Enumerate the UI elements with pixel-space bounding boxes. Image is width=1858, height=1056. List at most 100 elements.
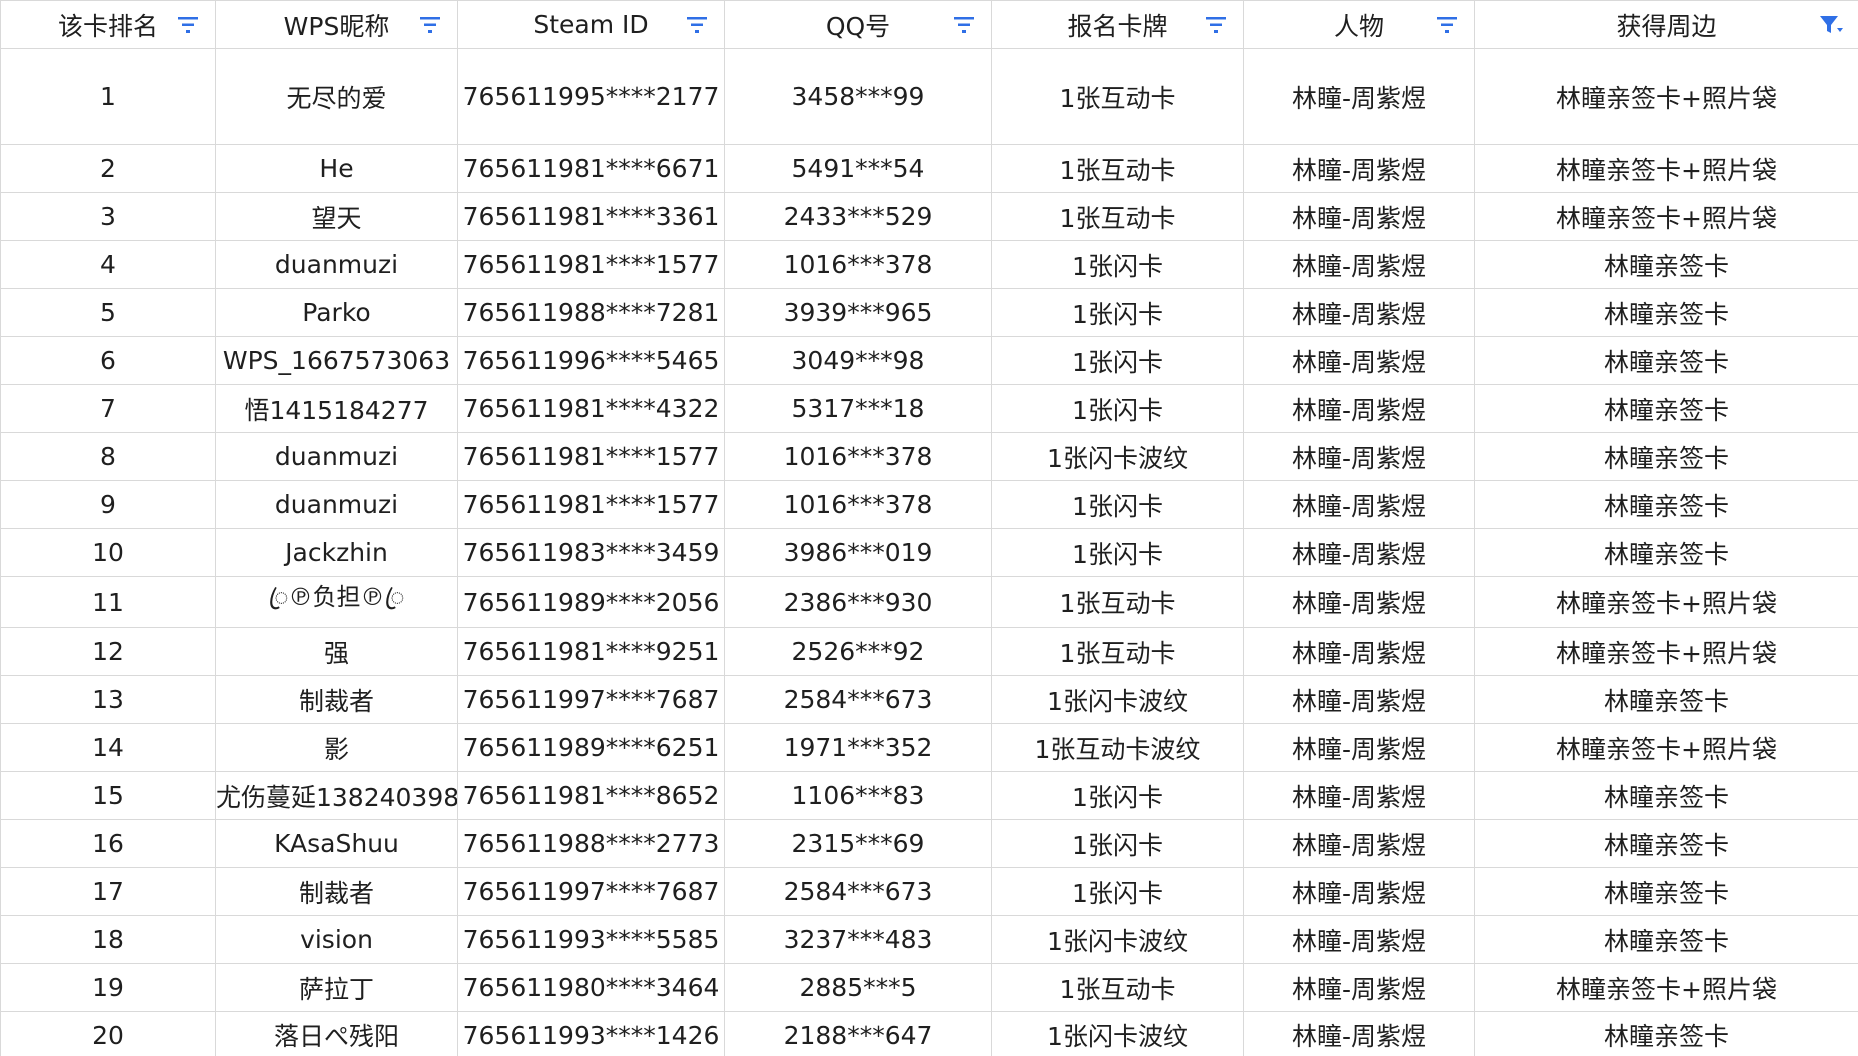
cell-steam-id[interactable]: 765611981****3361 [457, 192, 725, 241]
cell-character[interactable]: 林瞳-周紫煜 [1243, 432, 1475, 481]
cell-qq-number[interactable]: 3939***965 [724, 288, 992, 337]
cell-reward[interactable]: 林瞳亲签卡 [1474, 480, 1858, 529]
cell-rank[interactable]: 7 [0, 384, 216, 433]
cell-character[interactable]: 林瞳-周紫煜 [1243, 576, 1475, 628]
cell-wps-nickname[interactable]: duanmuzi [215, 432, 458, 481]
cell-steam-id[interactable]: 765611981****1577 [457, 480, 725, 529]
cell-steam-id[interactable]: 765611981****1577 [457, 432, 725, 481]
column-header-wps-nickname[interactable]: WPS昵称 [215, 0, 458, 49]
cell-steam-id[interactable]: 765611997****7687 [457, 675, 725, 724]
cell-character[interactable]: 林瞳-周紫煜 [1243, 48, 1475, 145]
filter-icon[interactable] [175, 12, 201, 38]
table-row[interactable]: 2 He 765611981****6671 5491***54 1张互动卡 林瞳-周紫煜… [0, 144, 1858, 193]
cell-character[interactable]: 林瞳-周紫煜 [1243, 723, 1475, 772]
cell-character[interactable]: 林瞳-周紫煜 [1243, 288, 1475, 337]
table-row[interactable]: 16 KAsaShuu 765611988****2773 2315***69 1张闪卡… [0, 819, 1858, 868]
cell-signup-card[interactable]: 1张互动卡 [991, 963, 1244, 1012]
cell-rank[interactable]: 8 [0, 432, 216, 481]
cell-reward[interactable]: 林瞳亲签卡 [1474, 336, 1858, 385]
table-row[interactable]: 1 无尽的爱 765611995****2177 3458***99 1张互动卡 林瞳-周… [0, 48, 1858, 145]
cell-reward[interactable]: 林瞳亲签卡+照片袋 [1474, 627, 1858, 676]
cell-wps-nickname[interactable]: 影 [215, 723, 458, 772]
cell-character[interactable]: 林瞳-周紫煜 [1243, 384, 1475, 433]
cell-signup-card[interactable]: 1张闪卡 [991, 384, 1244, 433]
cell-character[interactable]: 林瞳-周紫煜 [1243, 819, 1475, 868]
cell-reward[interactable]: 林瞳亲签卡 [1474, 675, 1858, 724]
cell-signup-card[interactable]: 1张闪卡 [991, 336, 1244, 385]
filter-active-icon[interactable] [1818, 12, 1844, 38]
filter-icon[interactable] [684, 12, 710, 38]
column-header-qq-number[interactable]: QQ号 [724, 0, 992, 49]
cell-wps-nickname[interactable]: 尤伤蔓延1382403984 [215, 771, 458, 820]
cell-signup-card[interactable]: 1张互动卡 [991, 48, 1244, 145]
cell-wps-nickname[interactable]: 制裁者 [215, 675, 458, 724]
cell-signup-card[interactable]: 1张闪卡 [991, 819, 1244, 868]
cell-character[interactable]: 林瞳-周紫煜 [1243, 144, 1475, 193]
cell-wps-nickname[interactable]: 制裁者 [215, 867, 458, 916]
cell-character[interactable]: 林瞳-周紫煜 [1243, 963, 1475, 1012]
cell-qq-number[interactable]: 2584***673 [724, 675, 992, 724]
cell-reward[interactable]: 林瞳亲签卡 [1474, 771, 1858, 820]
cell-qq-number[interactable]: 1106***83 [724, 771, 992, 820]
cell-rank[interactable]: 11 [0, 576, 216, 628]
cell-qq-number[interactable]: 3458***99 [724, 48, 992, 145]
column-header-rank[interactable]: 该卡排名 [0, 0, 216, 49]
filter-icon[interactable] [951, 12, 977, 38]
cell-steam-id[interactable]: 765611981****4322 [457, 384, 725, 433]
cell-character[interactable]: 林瞳-周紫煜 [1243, 528, 1475, 577]
cell-signup-card[interactable]: 1张闪卡波纹 [991, 1011, 1244, 1056]
cell-wps-nickname[interactable]: 无尽的爱 [215, 48, 458, 145]
cell-wps-nickname[interactable]: 望天 [215, 192, 458, 241]
cell-reward[interactable]: 林瞳亲签卡 [1474, 384, 1858, 433]
cell-character[interactable]: 林瞳-周紫煜 [1243, 1011, 1475, 1056]
table-row[interactable]: 10 Jackzhin 765611983****3459 3986***019 1张闪… [0, 528, 1858, 577]
cell-rank[interactable]: 16 [0, 819, 216, 868]
cell-signup-card[interactable]: 1张闪卡波纹 [991, 915, 1244, 964]
cell-qq-number[interactable]: 2885***5 [724, 963, 992, 1012]
cell-character[interactable]: 林瞳-周紫煜 [1243, 480, 1475, 529]
cell-steam-id[interactable]: 765611981****1577 [457, 240, 725, 289]
cell-wps-nickname[interactable]: vision [215, 915, 458, 964]
cell-signup-card[interactable]: 1张闪卡 [991, 867, 1244, 916]
cell-signup-card[interactable]: 1张互动卡波纹 [991, 723, 1244, 772]
cell-rank[interactable]: 12 [0, 627, 216, 676]
table-row[interactable]: 4 duanmuzi 765611981****1577 1016***378 1张闪卡… [0, 240, 1858, 289]
cell-character[interactable]: 林瞳-周紫煜 [1243, 915, 1475, 964]
table-row[interactable]: 18 vision 765611993****5585 3237***483 1张闪卡波… [0, 915, 1858, 964]
cell-reward[interactable]: 林瞳亲签卡 [1474, 528, 1858, 577]
cell-steam-id[interactable]: 765611980****3464 [457, 963, 725, 1012]
table-row[interactable]: 8 duanmuzi 765611981****1577 1016***378 1张闪卡… [0, 432, 1858, 481]
cell-rank[interactable]: 17 [0, 867, 216, 916]
table-row[interactable]: 6 WPS_1667573063 765611996****5465 3049***9… [0, 336, 1858, 385]
cell-rank[interactable]: 9 [0, 480, 216, 529]
table-row[interactable]: 15 尤伤蔓延1382403984 765611981****8652 1106***… [0, 771, 1858, 820]
column-header-reward[interactable]: 获得周边 [1474, 0, 1858, 49]
cell-rank[interactable]: 13 [0, 675, 216, 724]
cell-wps-nickname[interactable]: 悟1415184277 [215, 384, 458, 433]
table-row[interactable]: 3 望天 765611981****3361 2433***529 1张互动卡 林瞳-周紫… [0, 192, 1858, 241]
cell-wps-nickname[interactable]: 强 [215, 627, 458, 676]
cell-signup-card[interactable]: 1张闪卡波纹 [991, 675, 1244, 724]
cell-qq-number[interactable]: 2188***647 [724, 1011, 992, 1056]
cell-rank[interactable]: 15 [0, 771, 216, 820]
table-row[interactable]: 13 制裁者 765611997****7687 2584***673 1张闪卡波纹 林瞳… [0, 675, 1858, 724]
cell-reward[interactable]: 林瞳亲签卡 [1474, 1011, 1858, 1056]
cell-rank[interactable]: 14 [0, 723, 216, 772]
cell-rank[interactable]: 3 [0, 192, 216, 241]
cell-wps-nickname[interactable]: 落日ぺ残阳 [215, 1011, 458, 1056]
cell-steam-id[interactable]: 765611988****2773 [457, 819, 725, 868]
cell-qq-number[interactable]: 2315***69 [724, 819, 992, 868]
cell-qq-number[interactable]: 1016***378 [724, 432, 992, 481]
cell-steam-id[interactable]: 765611996****5465 [457, 336, 725, 385]
cell-qq-number[interactable]: 3986***019 [724, 528, 992, 577]
cell-steam-id[interactable]: 765611988****7281 [457, 288, 725, 337]
cell-rank[interactable]: 5 [0, 288, 216, 337]
cell-qq-number[interactable]: 2584***673 [724, 867, 992, 916]
filter-icon[interactable] [1203, 12, 1229, 38]
cell-rank[interactable]: 18 [0, 915, 216, 964]
cell-wps-nickname[interactable]: Jackzhin [215, 528, 458, 577]
cell-qq-number[interactable]: 1971***352 [724, 723, 992, 772]
cell-reward[interactable]: 林瞳亲签卡 [1474, 819, 1858, 868]
cell-signup-card[interactable]: 1张互动卡 [991, 144, 1244, 193]
cell-qq-number[interactable]: 5317***18 [724, 384, 992, 433]
